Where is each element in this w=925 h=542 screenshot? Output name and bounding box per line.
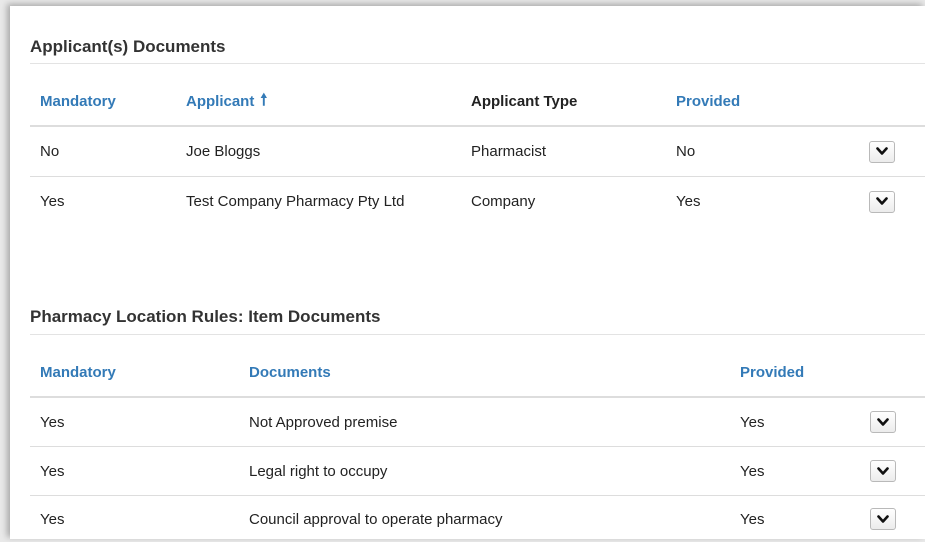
header-provided[interactable]: Provided [740, 348, 804, 396]
cell-document: Legal right to occupy [249, 462, 388, 480]
cell-provided: No [676, 143, 696, 160]
cell-provided: Yes [740, 413, 765, 431]
chevron-down-icon [877, 466, 889, 475]
cell-mandatory: Yes [40, 462, 65, 480]
header-documents[interactable]: Documents [249, 348, 331, 396]
chevron-down-icon [877, 514, 889, 523]
header-applicant-label: Applicant [186, 92, 255, 110]
expand-row-button[interactable] [869, 140, 895, 163]
chevron-down-icon [877, 417, 889, 426]
cell-applicant-type: Pharmacist [471, 143, 547, 160]
cell-mandatory: No [40, 143, 60, 160]
expand-row-button[interactable] [870, 411, 896, 433]
expand-row-button[interactable] [870, 460, 896, 482]
cell-mandatory: Yes [40, 413, 65, 431]
table-row: Yes Test Company Pharmacy Pty Ltd Compan… [30, 177, 925, 226]
table-row: Yes Not Approved premise Yes [30, 398, 925, 447]
arrow-up-icon: 🠕 [260, 92, 268, 109]
cell-applicant-type: Company [471, 193, 536, 210]
table-row: Yes Council approval to operate pharmacy… [30, 496, 925, 542]
cell-provided: Yes [740, 510, 765, 528]
chevron-down-icon [876, 147, 888, 155]
header-applicant-type: Applicant Type [471, 92, 578, 110]
header-mandatory[interactable]: Mandatory [40, 348, 116, 396]
item-documents-title-divider [30, 334, 925, 335]
cell-applicant: Test Company Pharmacy Pty Ltd [186, 193, 405, 210]
cell-document: Not Approved premise [249, 413, 398, 431]
table-row: Yes Legal right to occupy Yes [30, 447, 925, 496]
cell-mandatory: Yes [40, 510, 65, 528]
header-mandatory[interactable]: Mandatory [40, 77, 116, 125]
expand-row-button[interactable] [869, 190, 895, 213]
item-documents-section-title: Pharmacy Location Rules: Item Documents [30, 307, 381, 326]
documents-panel: Applicant(s) Documents Mandatory Applica… [10, 6, 925, 539]
applicants-section-title: Applicant(s) Documents [30, 37, 226, 56]
expand-row-button[interactable] [870, 508, 896, 530]
table-row: No Joe Bloggs Pharmacist No [30, 127, 925, 177]
item-documents-table-header: Mandatory Documents Provided [30, 348, 925, 398]
chevron-down-icon [876, 197, 888, 205]
header-provided[interactable]: Provided [676, 77, 740, 125]
cell-provided: Yes [740, 462, 765, 480]
header-applicant[interactable]: Applicant 🠕 [186, 77, 267, 125]
cell-document: Council approval to operate pharmacy [249, 510, 503, 528]
cell-mandatory: Yes [40, 193, 65, 210]
cell-applicant: Joe Bloggs [186, 143, 261, 160]
cell-provided: Yes [676, 193, 701, 210]
applicants-title-divider [30, 63, 925, 64]
applicants-table-header: Mandatory Applicant 🠕 Applicant Type Pro… [30, 77, 925, 127]
